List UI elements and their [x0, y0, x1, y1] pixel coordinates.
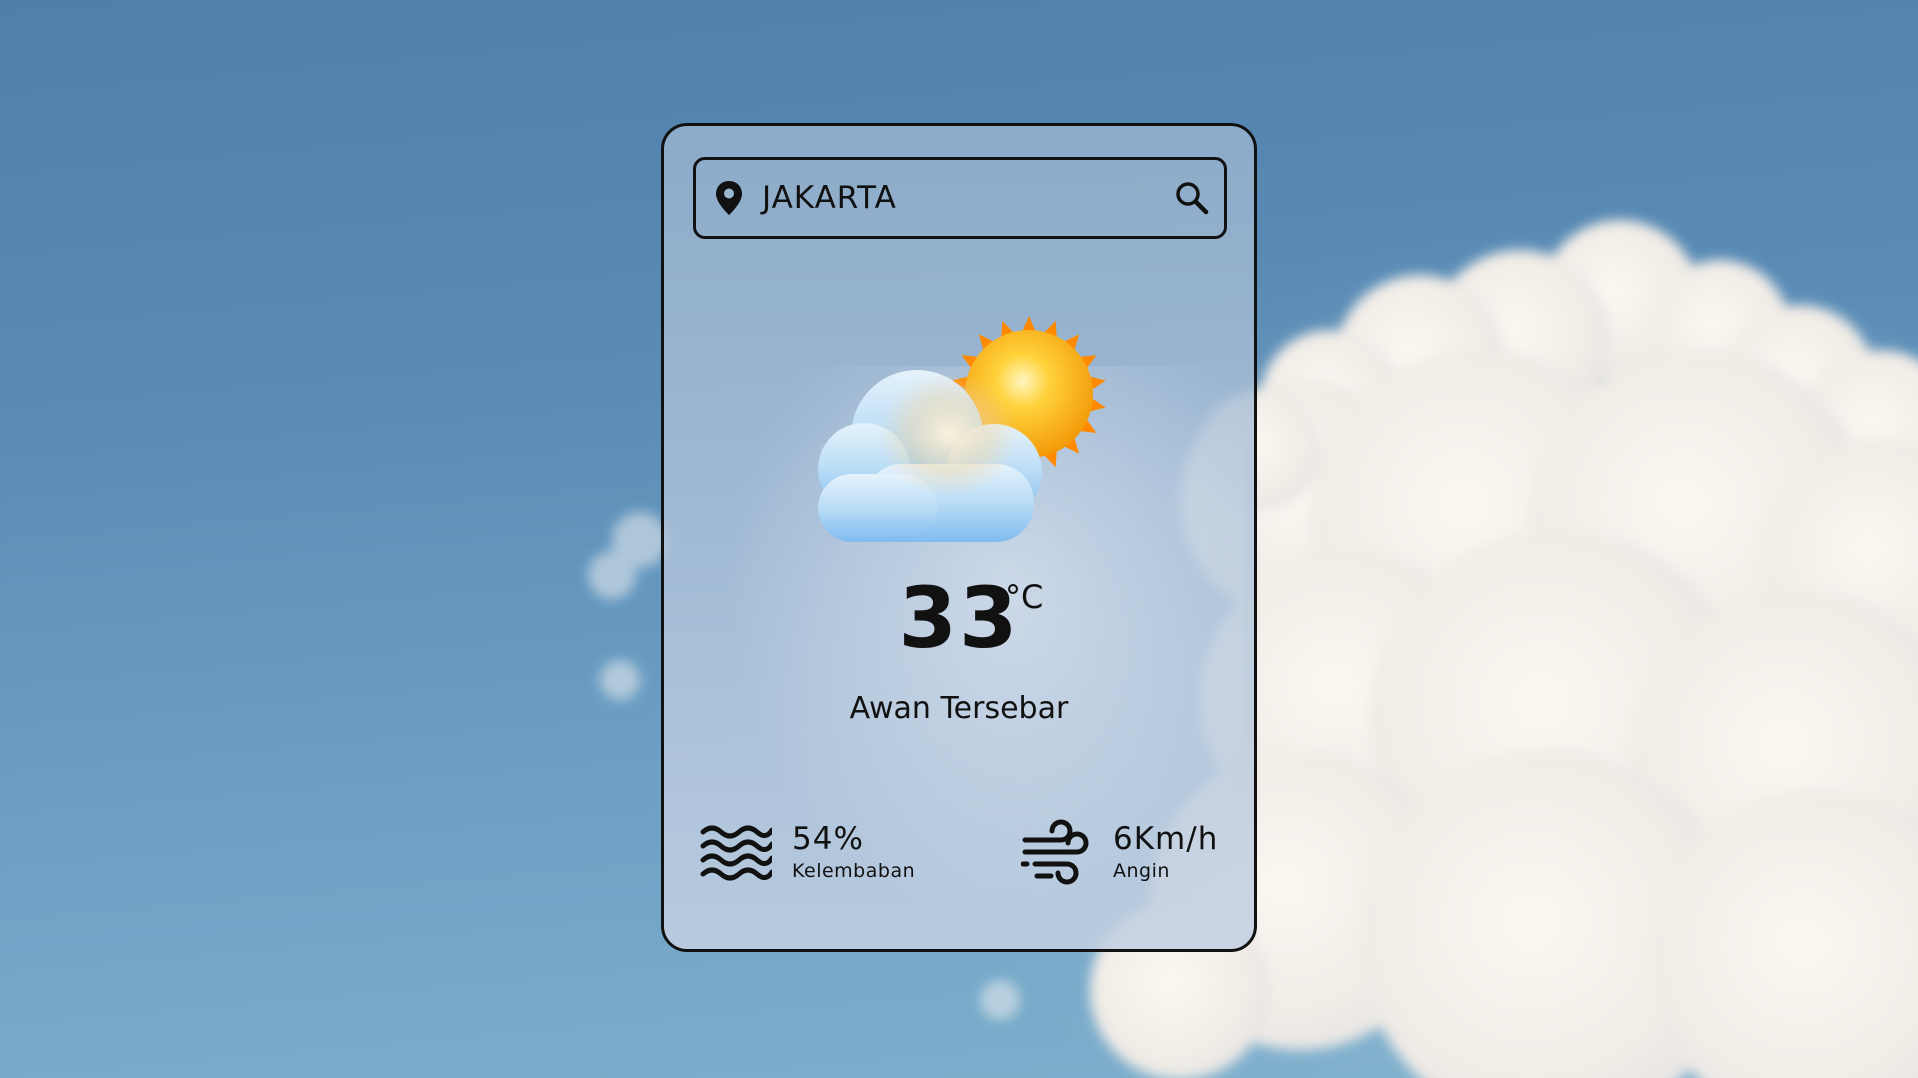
- weather-description: Awan Tersebar: [849, 691, 1069, 726]
- temperature-unit: °C: [1005, 578, 1044, 616]
- map-pin-icon: [714, 180, 744, 216]
- wind-icon: [1021, 816, 1093, 888]
- location-search-bar[interactable]: JAKARTA: [693, 157, 1227, 239]
- humidity-value: 54%: [792, 821, 864, 857]
- humidity-stat: 54% Kelembaban: [700, 816, 915, 888]
- partly-cloudy-icon: [818, 316, 1106, 542]
- wind-label: Angin: [1113, 860, 1170, 882]
- humidity-label: Kelembaban: [792, 860, 916, 882]
- temperature-value: 33: [898, 569, 1020, 667]
- temperature-display: 33 °C: [664, 576, 1254, 660]
- magnifier-icon[interactable]: [1172, 178, 1212, 218]
- waves-icon: [700, 816, 772, 888]
- city-name[interactable]: JAKARTA: [762, 180, 1172, 216]
- weather-card: JAKARTA 33 °C Awan Tersebar 54% Kelembab…: [661, 123, 1257, 952]
- wind-value: 6Km/h: [1113, 821, 1219, 857]
- wind-stat: 6Km/h Angin: [1021, 816, 1218, 888]
